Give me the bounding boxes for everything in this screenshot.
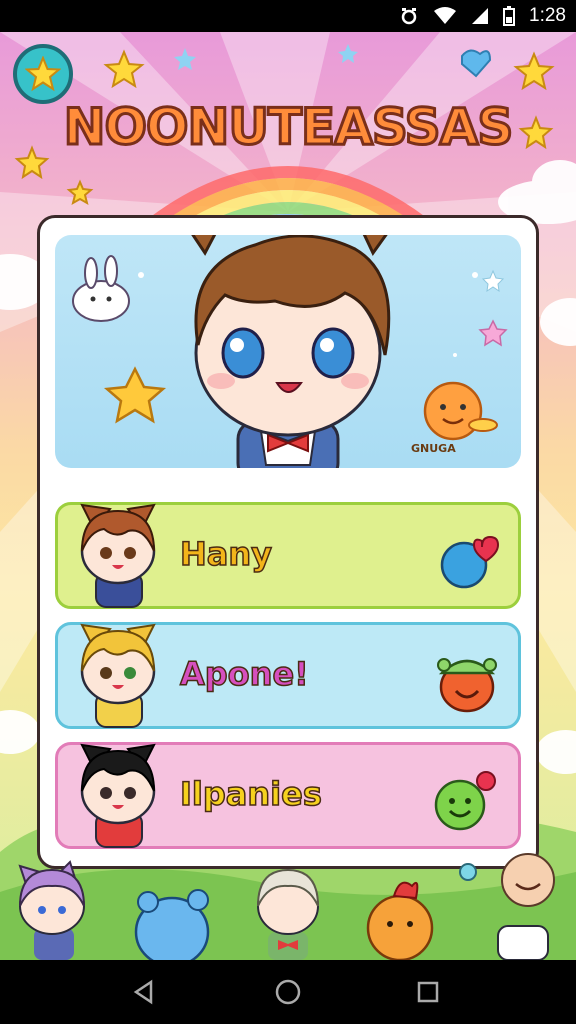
menu-item-apone[interactable]: Apone! (55, 622, 521, 729)
bunny-icon (72, 255, 130, 322)
home-button[interactable] (270, 974, 306, 1010)
hero-portrait (55, 235, 521, 468)
character-avatar-1 (80, 503, 156, 608)
menu-item-ilpanies[interactable]: Ilpanies (55, 742, 521, 849)
menu-item-hany[interactable]: Hany (55, 502, 521, 609)
system-nav-bar (0, 960, 576, 1024)
character-avatar-3 (80, 743, 156, 848)
menu-item-label: Apone! (179, 654, 309, 694)
hero-tag: GNUGA (411, 442, 456, 455)
recents-square-icon (417, 981, 439, 1003)
clock: 1:28 (529, 5, 566, 26)
back-triangle-icon (133, 979, 153, 1005)
smiling-creature-icon (437, 658, 497, 713)
back-button[interactable] (126, 974, 162, 1010)
alarm-icon (401, 8, 417, 25)
menu-item-label: Hany (179, 534, 273, 574)
home-circle-icon (275, 979, 301, 1005)
wifi-icon (434, 7, 457, 24)
menu-item-label: Ilpanies (179, 774, 322, 814)
character-parade (18, 853, 555, 960)
green-slime-icon (434, 771, 496, 831)
hero-character-illustration (72, 235, 508, 468)
heart-balloon-icon (440, 535, 500, 589)
status-bar: 1:28 (0, 0, 576, 32)
star-icon (25, 56, 61, 92)
favorites-button[interactable] (13, 44, 73, 104)
battery-icon (503, 6, 516, 26)
game-title: NOONUTEASSAS (62, 97, 515, 158)
signal-icon (472, 8, 489, 24)
recents-button[interactable] (410, 974, 446, 1010)
character-avatar-2 (80, 623, 156, 728)
